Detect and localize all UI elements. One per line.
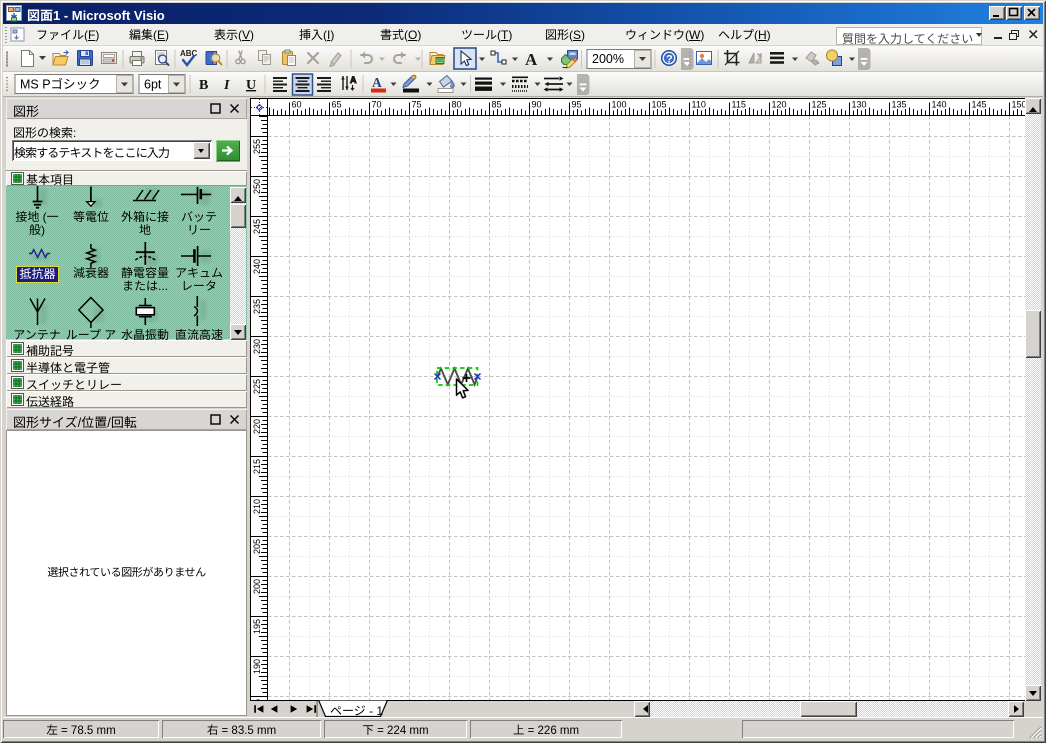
svg-text:65: 65 [332,100,342,110]
svg-text:245: 245 [252,219,262,234]
svg-text:B: B [199,78,208,93]
svg-text:230: 230 [252,339,262,354]
svg-text:140: 140 [932,100,947,110]
svg-text:I: I [223,78,230,93]
svg-text:185: 185 [252,699,262,700]
svg-text:6pt: 6pt [144,78,162,92]
svg-text:U: U [246,78,256,93]
svg-text:190: 190 [252,659,262,674]
svg-text:135: 135 [892,100,907,110]
svg-text:195: 195 [252,619,262,634]
svg-text:95: 95 [572,100,582,110]
svg-text:105: 105 [652,100,667,110]
svg-text:85: 85 [492,100,502,110]
svg-text:A: A [525,50,538,69]
svg-text:220: 220 [252,419,262,434]
svg-text:130: 130 [852,100,867,110]
svg-text:250: 250 [252,179,262,194]
svg-text:80: 80 [452,100,462,110]
svg-text:?: ? [666,54,673,66]
svg-text:255: 255 [252,139,262,154]
svg-text:200%: 200% [592,52,624,66]
svg-text:215: 215 [252,459,262,474]
svg-text:235: 235 [252,299,262,314]
svg-text:90: 90 [532,100,542,110]
svg-text:115: 115 [732,100,746,110]
svg-text:145: 145 [972,100,987,110]
svg-text:60: 60 [292,100,302,110]
svg-text:75: 75 [412,100,422,110]
svg-text:MS Pゴシック: MS Pゴシック [20,78,101,92]
svg-text:120: 120 [772,100,787,110]
svg-text:125: 125 [812,100,827,110]
svg-text:A: A [350,75,357,85]
svg-text:210: 210 [252,499,262,514]
svg-text:150: 150 [1012,100,1026,110]
svg-text:100: 100 [612,100,627,110]
svg-text:110: 110 [692,100,706,110]
svg-text:200: 200 [252,579,262,594]
svg-text:205: 205 [252,539,262,554]
svg-text:225: 225 [252,379,262,394]
svg-text:240: 240 [252,259,262,274]
svg-text:A: A [372,75,382,90]
svg-text:70: 70 [372,100,382,110]
